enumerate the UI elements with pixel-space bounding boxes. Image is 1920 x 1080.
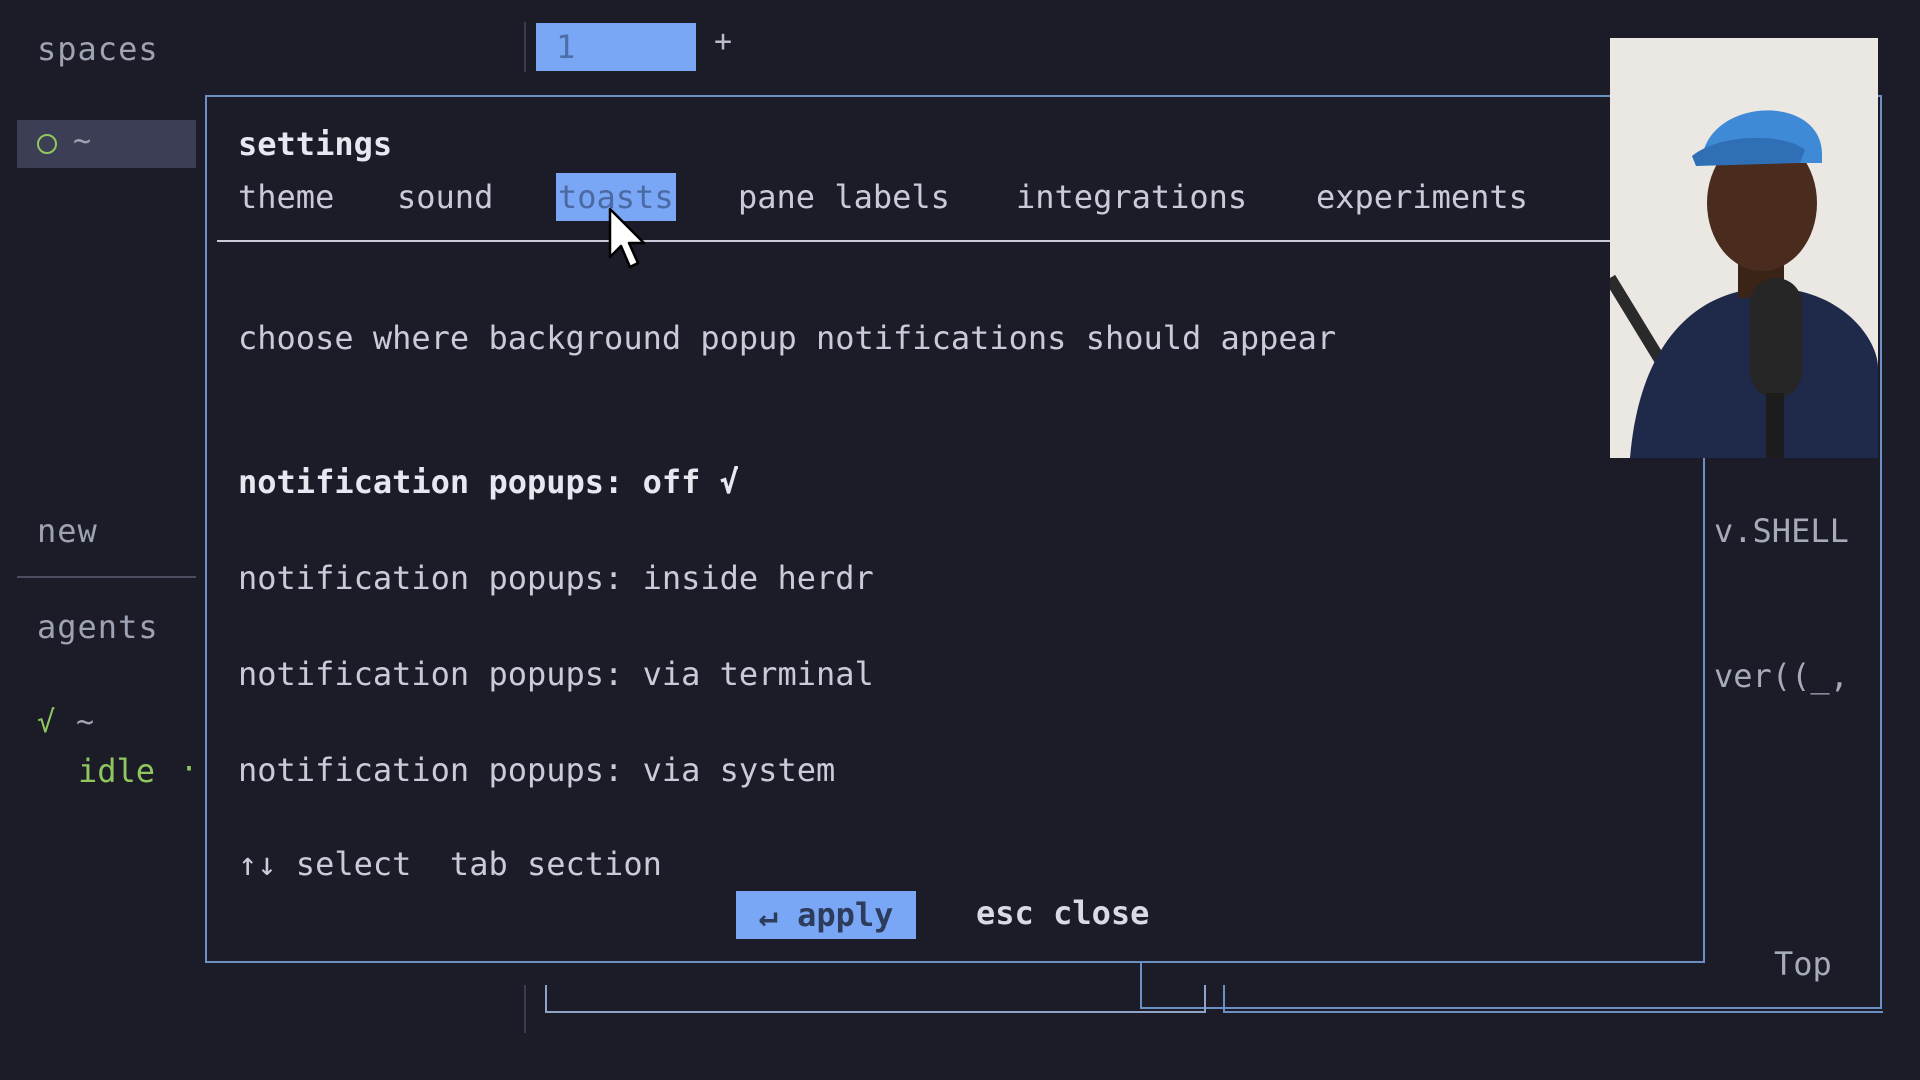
sidebar-divider <box>17 576 196 578</box>
apply-button[interactable]: ↵ apply <box>736 891 916 939</box>
tab-pane-labels[interactable]: pane labels <box>738 173 950 221</box>
scroll-position-label: Top <box>1774 945 1832 983</box>
spaces-heading: spaces <box>37 30 159 68</box>
settings-description: choose where background popup notificati… <box>238 319 1337 357</box>
tab-experiments[interactable]: experiments <box>1316 173 1528 221</box>
space-tab-label: 1 <box>556 28 576 66</box>
tab-theme[interactable]: theme <box>238 173 334 221</box>
settings-title: settings <box>238 125 393 163</box>
agent-status-dot: · <box>180 752 199 787</box>
webcam-video <box>1610 38 1878 458</box>
agents-heading: agents <box>37 608 159 646</box>
tab-integrations[interactable]: integrations <box>1016 173 1247 221</box>
top-divider <box>524 22 526 72</box>
space-tab-1[interactable]: 1 <box>536 23 696 71</box>
circle-status-icon <box>37 134 57 154</box>
tab-sound[interactable]: sound <box>397 173 493 221</box>
option-inside-herdr[interactable]: notification popups: inside herdr <box>238 559 874 597</box>
add-tab-button[interactable]: + <box>714 24 732 59</box>
option-via-system[interactable]: notification popups: via system <box>238 751 835 789</box>
presenter-image <box>1610 38 1878 458</box>
option-off[interactable]: notification popups: off √ <box>238 463 739 501</box>
settings-dialog: settings theme sound toasts pane labels … <box>205 95 1705 963</box>
space-item-label: ~ <box>73 124 92 159</box>
mouse-cursor-icon <box>608 207 646 269</box>
close-button[interactable]: esc close <box>976 894 1149 932</box>
bottom-pane-frame-right <box>1223 985 1883 1013</box>
bottom-divider <box>524 985 526 1033</box>
pane-text-code: ver((_, <box>1714 657 1849 695</box>
agent-status: idle <box>78 752 156 790</box>
space-item-home[interactable]: ~ <box>17 120 196 168</box>
agent-item[interactable]: ~ <box>76 705 94 740</box>
tabs-divider <box>217 240 1617 242</box>
keyboard-hint: ↑↓ select tab section <box>238 845 662 883</box>
agent-done-icon: √ <box>37 705 56 740</box>
pane-text-shell: v.SHELL <box>1714 512 1849 550</box>
option-via-terminal[interactable]: notification popups: via terminal <box>238 655 874 693</box>
bottom-pane-frame <box>545 985 1206 1013</box>
new-space-button[interactable]: new <box>37 512 98 550</box>
